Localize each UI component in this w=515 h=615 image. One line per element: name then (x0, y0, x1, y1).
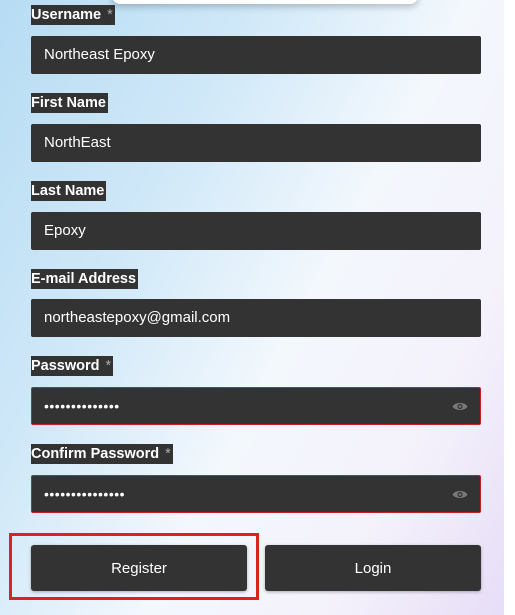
first-name-label: First Name (31, 93, 108, 113)
email-field[interactable]: northeastepoxy@gmail.com (31, 299, 481, 337)
confirm-password-label-text: Confirm Password (31, 446, 160, 462)
confirm-password-label: Confirm Password * (31, 444, 173, 464)
last-name-label: Last Name (31, 181, 107, 201)
password-value: •••••••••••••• (44, 398, 120, 414)
email-label: E-mail Address (31, 269, 139, 289)
password-label-text: Password (31, 358, 100, 374)
last-name-field[interactable]: Epoxy (31, 212, 481, 250)
password-field[interactable]: •••••••••••••• (31, 387, 481, 425)
confirm-password-value: ••••••••••••••• (44, 486, 126, 502)
username-label: Username * (31, 5, 115, 25)
required-marker: * (105, 358, 112, 374)
login-button[interactable]: Login (265, 545, 481, 591)
eye-icon[interactable] (452, 401, 468, 412)
first-name-field[interactable]: NorthEast (31, 124, 481, 162)
required-marker: * (165, 446, 171, 462)
card-edge (112, 0, 418, 4)
password-label: Password * (31, 356, 114, 376)
username-label-text: Username (31, 7, 102, 23)
scrollbar-track[interactable] (504, 0, 515, 615)
required-marker: * (107, 7, 113, 23)
eye-icon[interactable] (452, 489, 468, 500)
register-button[interactable]: Register (31, 545, 247, 591)
confirm-password-field[interactable]: ••••••••••••••• (31, 475, 481, 513)
username-field[interactable]: Northeast Epoxy (31, 36, 481, 74)
